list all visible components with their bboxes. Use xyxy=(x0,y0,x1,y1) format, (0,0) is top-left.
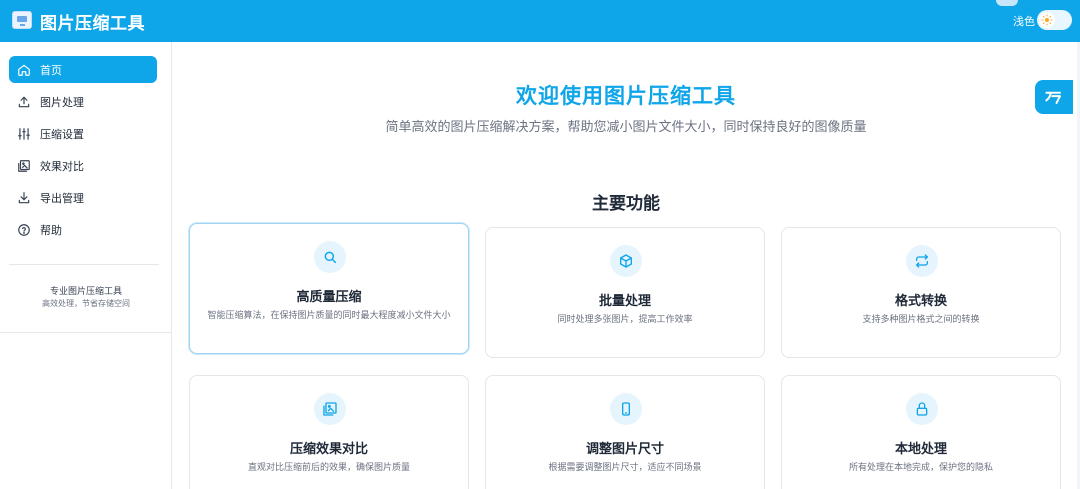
sidebar-item-label: 压缩设置 xyxy=(40,127,84,141)
feature-card-format[interactable]: 格式转换 支持多种图片格式之间的转换 xyxy=(781,227,1061,358)
feature-description: 同时处理多张图片，提高工作效率 xyxy=(557,315,693,325)
top-header: 图片压缩工具 浅色 xyxy=(0,0,1080,42)
box-icon xyxy=(610,245,642,277)
upload-icon xyxy=(17,95,31,109)
app-title: 图片压缩工具 xyxy=(40,14,145,34)
feature-title: 本地处理 xyxy=(894,442,947,457)
section-title: 主要功能 xyxy=(592,194,660,214)
sun-icon xyxy=(1039,12,1055,28)
feature-title: 格式转换 xyxy=(894,294,947,309)
sidebar-footer-subtitle: 高效处理，节省存储空间 xyxy=(42,299,130,308)
hero-title: 欢迎使用图片压缩工具 xyxy=(516,84,736,108)
lock-icon xyxy=(906,393,938,425)
gallery-icon xyxy=(17,159,31,173)
image-compare-icon xyxy=(314,393,346,425)
home-icon xyxy=(17,63,31,77)
theme-label: 浅色 xyxy=(1013,15,1035,28)
feature-card-compare[interactable]: 压缩效果对比 直观对比压缩前后的效果，确保图片质量 xyxy=(189,375,469,489)
feature-title: 调整图片尺寸 xyxy=(585,442,664,457)
feature-description: 根据需要调整图片尺寸，适应不同场景 xyxy=(548,463,702,473)
hero-subtitle: 简单高效的图片压缩解决方案，帮助您减小图片文件大小，同时保持良好的图像质量 xyxy=(385,120,867,135)
theme-toggle[interactable] xyxy=(1037,10,1072,30)
phone-icon xyxy=(610,393,642,425)
sidebar-item-label: 图片处理 xyxy=(40,95,84,109)
top-tab-handle xyxy=(996,0,1018,6)
feature-description: 所有处理在本地完成，保护您的隐私 xyxy=(848,463,993,473)
swap-icon xyxy=(906,245,938,277)
feature-title: 批量处理 xyxy=(598,294,651,309)
sidebar-divider xyxy=(9,264,159,265)
sidebar-item-compare[interactable]: 效果对比 xyxy=(9,152,157,179)
sidebar-item-label: 效果对比 xyxy=(40,159,84,173)
help-icon xyxy=(17,223,31,237)
sidebar-item-compress-settings[interactable]: 压缩设置 xyxy=(9,120,157,147)
sidebar-item-label: 帮助 xyxy=(40,223,62,237)
feature-card-local[interactable]: 本地处理 所有处理在本地完成，保护您的隐私 xyxy=(781,375,1061,489)
download-icon xyxy=(17,191,31,205)
sidebar-item-label: 首页 xyxy=(40,63,62,77)
sidebar-item-home[interactable]: 首页 xyxy=(9,56,157,83)
feature-card-high-quality[interactable]: 高质量压缩 智能压缩算法，在保持图片质量的同时最大程度减小文件大小 xyxy=(189,223,469,354)
feature-card-batch[interactable]: 批量处理 同时处理多张图片，提高工作效率 xyxy=(485,227,765,358)
feature-description: 直观对比压缩前后的效果，确保图片质量 xyxy=(247,463,410,473)
feature-title: 压缩效果对比 xyxy=(289,442,368,457)
sidebar: 首页 图片处理 压缩设置 效果对比 导出管理 帮助 专业图片压缩工具 高效处理，… xyxy=(0,42,172,489)
sidebar-footer-title: 专业图片压缩工具 xyxy=(49,287,122,297)
sidebar-item-help[interactable]: 帮助 xyxy=(9,216,157,243)
translate-float-button[interactable] xyxy=(1035,80,1073,114)
search-icon xyxy=(314,241,346,273)
feature-card-resize[interactable]: 调整图片尺寸 根据需要调整图片尺寸，适应不同场景 xyxy=(485,375,765,489)
app-logo-icon xyxy=(12,11,32,29)
feature-title: 高质量压缩 xyxy=(296,290,362,305)
sliders-icon xyxy=(17,127,31,141)
feature-description: 智能压缩算法，在保持图片质量的同时最大程度减小文件大小 xyxy=(207,311,451,321)
sidebar-item-label: 导出管理 xyxy=(40,191,84,205)
translate-icon xyxy=(1045,91,1061,104)
feature-description: 支持多种图片格式之间的转换 xyxy=(862,315,980,325)
sidebar-item-export[interactable]: 导出管理 xyxy=(9,184,157,211)
sidebar-item-image-processing[interactable]: 图片处理 xyxy=(9,88,157,115)
sidebar-bottom-divider xyxy=(0,332,172,333)
